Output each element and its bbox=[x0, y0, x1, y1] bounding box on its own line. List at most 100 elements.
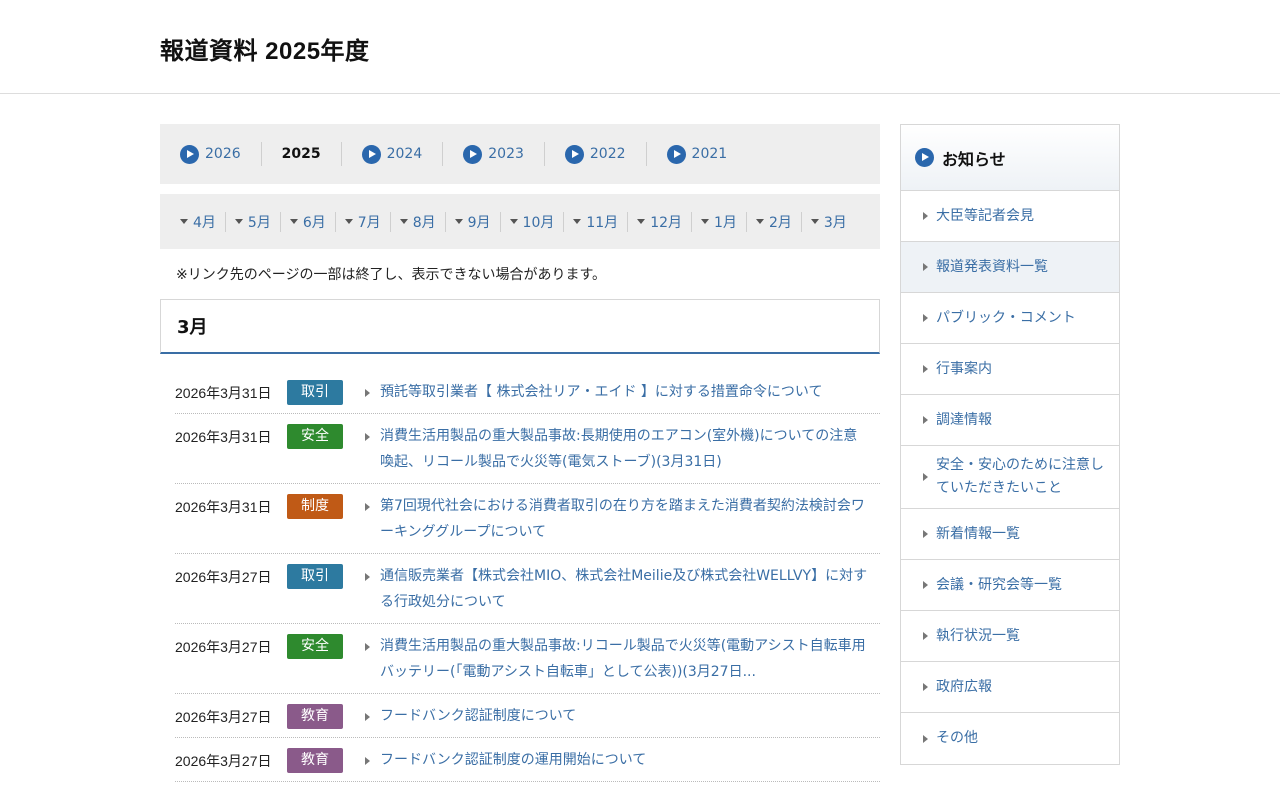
news-link[interactable]: 第7回現代社会における消費者取引の在り方を踏まえた消費者契約法検討会ワーキンググ… bbox=[380, 493, 870, 545]
news-row: 2026年3月27日 取引 通信販売業者【株式会社MIO、株式会社Meilie及び株… bbox=[175, 554, 880, 624]
sidebar-item[interactable]: 新着情報一覧 bbox=[901, 509, 1119, 560]
month-section-title: 3月 bbox=[160, 299, 880, 354]
year-tab-label: 2024 bbox=[386, 146, 423, 162]
sidebar: お知らせ 大臣等記者会見 報道発表資料一覧パブリック・コメント 行事案内調達情報安全… bbox=[900, 124, 1120, 765]
month-tab-label: 8月 bbox=[412, 214, 436, 231]
news-row: 2026年3月31日 制度 第7回現代社会における消費者取引の在り方を踏まえた消費者… bbox=[175, 484, 880, 554]
news-row: 2026年3月31日 取引 預託等取引業者【 株式会社リア・エイド 】に対する措置命… bbox=[175, 370, 880, 414]
year-tab-2021[interactable]: 2021 bbox=[666, 142, 748, 166]
category-badge: 安全 bbox=[287, 634, 343, 659]
caret-right-icon bbox=[923, 581, 928, 589]
sidebar-item-label: 執行状況一覧 bbox=[936, 627, 1020, 644]
sidebar-item-label: 大臣等記者会見 bbox=[936, 207, 1034, 224]
month-tab-label: 12月 bbox=[650, 214, 683, 231]
news-date: 2026年3月27日 bbox=[175, 753, 272, 769]
sidebar-item-label: 新着情報一覧 bbox=[936, 525, 1020, 542]
caret-right-icon bbox=[923, 530, 928, 538]
month-tab[interactable]: 8月 bbox=[399, 211, 446, 232]
category-badge: 教育 bbox=[287, 748, 343, 773]
caret-down-icon bbox=[180, 219, 188, 224]
caret-down-icon bbox=[637, 219, 646, 224]
caret-down-icon bbox=[234, 219, 243, 224]
sidebar-item[interactable]: 安全・安心のために注意していただきたいこと bbox=[901, 446, 1119, 509]
news-date: 2026年3月27日 bbox=[175, 709, 272, 725]
sidebar-title: お知らせ bbox=[942, 149, 1006, 169]
news-date: 2026年3月31日 bbox=[175, 429, 272, 445]
sidebar-item-label: 政府広報 bbox=[936, 678, 992, 695]
month-tab-label: 10月 bbox=[522, 214, 555, 231]
page-title: 報道資料 2025年度 bbox=[160, 38, 370, 65]
news-link[interactable]: 消費生活用製品の重大製品事故:リコール製品で火災等(電動アシスト自転車用バッテリ… bbox=[380, 633, 870, 685]
caret-down-icon bbox=[509, 219, 518, 224]
year-tab-label: 2022 bbox=[589, 146, 626, 162]
month-tab[interactable]: 9月 bbox=[454, 211, 501, 232]
month-tab[interactable]: 1月 bbox=[701, 211, 747, 232]
year-tab-2022[interactable]: 2022 bbox=[564, 142, 647, 166]
news-link[interactable]: 通信販売業者【株式会社MIO、株式会社Meilie及び株式会社WELLVY】に対… bbox=[380, 563, 870, 615]
month-tab[interactable]: 10月 bbox=[509, 211, 565, 232]
play-circle-icon bbox=[361, 144, 381, 164]
caret-down-icon bbox=[454, 219, 463, 224]
news-link[interactable]: フードバンク認証制度の運用開始について bbox=[380, 747, 870, 773]
news-date: 2026年3月31日 bbox=[175, 499, 272, 515]
category-badge: 教育 bbox=[287, 704, 343, 729]
play-circle-icon bbox=[915, 148, 934, 167]
month-tab[interactable]: 2月 bbox=[755, 211, 802, 232]
caret-down-icon bbox=[344, 219, 353, 224]
news-row: 2026年3月31日 安全 消費生活用製品の重大製品事故:長期使用のエアコン(室外機… bbox=[175, 414, 880, 484]
month-tab-label: 7月 bbox=[357, 214, 381, 231]
month-tab-label: 11月 bbox=[586, 214, 619, 231]
month-tab[interactable]: 5月 bbox=[234, 211, 281, 232]
category-badge: 取引 bbox=[287, 380, 343, 405]
news-row: 2026年3月27日 教育 フードバンク認証制度について bbox=[175, 694, 880, 738]
caret-down-icon bbox=[810, 219, 819, 224]
sidebar-item[interactable]: その他 bbox=[901, 713, 1119, 764]
sidebar-item-label: 報道発表資料一覧 bbox=[936, 258, 1048, 275]
sidebar-item[interactable]: 大臣等記者会見 bbox=[901, 191, 1119, 242]
month-tab-label: 6月 bbox=[302, 214, 326, 231]
month-tab-label: 5月 bbox=[247, 214, 271, 231]
year-tab-2024[interactable]: 2024 bbox=[361, 142, 444, 166]
year-tab-2026[interactable]: 2026 bbox=[180, 142, 262, 166]
year-tab-label: 2026 bbox=[205, 146, 241, 162]
caret-right-icon bbox=[923, 734, 928, 743]
caret-right-icon bbox=[923, 473, 928, 481]
caret-down-icon bbox=[289, 219, 298, 224]
news-date: 2026年3月27日 bbox=[175, 639, 272, 655]
news-link[interactable]: 消費生活用製品の重大製品事故:長期使用のエアコン(室外機)についての注意喚起、リ… bbox=[380, 423, 870, 475]
sidebar-item[interactable]: 執行状況一覧 bbox=[901, 611, 1119, 662]
caret-right-icon bbox=[365, 389, 370, 397]
play-circle-icon bbox=[564, 144, 584, 164]
caret-right-icon bbox=[365, 757, 370, 765]
month-tab[interactable]: 7月 bbox=[344, 211, 391, 232]
caret-right-icon bbox=[365, 573, 370, 581]
news-link[interactable]: フードバンク認証制度について bbox=[380, 703, 870, 729]
month-tab[interactable]: 3月 bbox=[810, 212, 856, 232]
caret-right-icon bbox=[923, 683, 928, 691]
sidebar-item-label: パブリック・コメント bbox=[936, 309, 1076, 326]
month-tab[interactable]: 12月 bbox=[637, 211, 693, 232]
sidebar-item[interactable]: 政府広報 bbox=[901, 662, 1119, 713]
sidebar-item-label: その他 bbox=[936, 730, 978, 746]
month-tab[interactable]: 6月 bbox=[289, 211, 336, 232]
caret-right-icon bbox=[923, 632, 928, 640]
news-list: 2026年3月31日 取引 預託等取引業者【 株式会社リア・エイド 】に対する措置命… bbox=[160, 370, 880, 782]
page-header: 報道資料 2025年度 bbox=[0, 0, 1280, 94]
news-link[interactable]: 預託等取引業者【 株式会社リア・エイド 】に対する措置命令について bbox=[380, 379, 870, 405]
sidebar-item[interactable]: パブリック・コメント bbox=[901, 293, 1119, 344]
sidebar-item[interactable]: 行事案内 bbox=[901, 344, 1119, 395]
month-tab-label: 3月 bbox=[823, 214, 847, 231]
year-tab-2023[interactable]: 2023 bbox=[463, 142, 545, 166]
month-tab-label: 9月 bbox=[467, 214, 491, 231]
caret-right-icon bbox=[923, 212, 928, 220]
month-tab[interactable]: 4月 bbox=[180, 211, 226, 232]
month-tab[interactable]: 11月 bbox=[573, 211, 629, 232]
news-date: 2026年3月27日 bbox=[175, 569, 272, 585]
month-tab-label: 2月 bbox=[768, 214, 792, 231]
sidebar-item-label: 行事案内 bbox=[936, 360, 992, 377]
sidebar-item[interactable]: 会議・研究会等一覧 bbox=[901, 560, 1119, 611]
caret-right-icon bbox=[923, 314, 928, 322]
sidebar-item[interactable]: 報道発表資料一覧 bbox=[901, 242, 1119, 293]
sidebar-item-label: 調達情報 bbox=[936, 411, 992, 428]
sidebar-item[interactable]: 調達情報 bbox=[901, 395, 1119, 446]
